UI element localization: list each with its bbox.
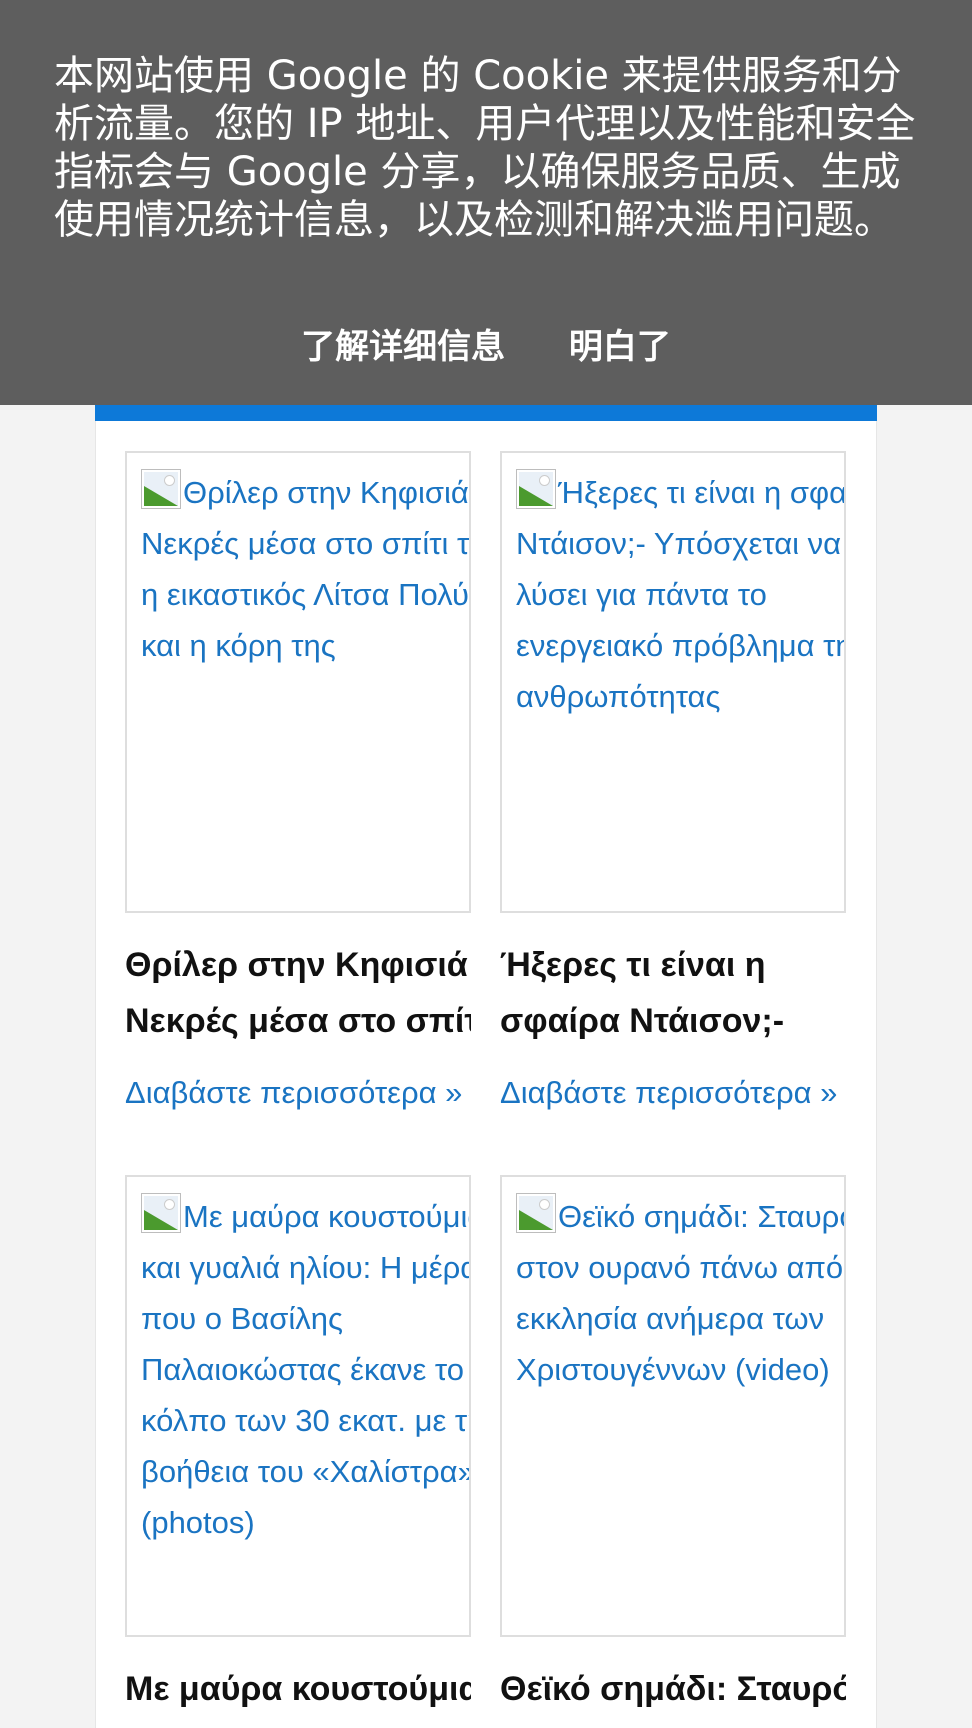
article-thumbnail[interactable]: Με μαύρα κουστούμια και γυαλιά ηλίου: Η … (125, 1175, 471, 1637)
cookie-message: 本网站使用 Google 的 Cookie 来提供服务和分析流量。您的 IP 地… (54, 53, 916, 243)
image-alt-text-block[interactable]: Ήξερες τι είναι η σφαίρα Ντάισον;- Υπόσχ… (516, 467, 844, 722)
article-headline-line[interactable]: Θρίλερ στην Κηφισιά: (125, 937, 471, 993)
article-headline-line[interactable]: Θεϊκό σημάδι: Σταυρός (500, 1661, 846, 1717)
broken-image-icon (516, 469, 556, 509)
image-alt-text[interactable]: Θρίλερ στην Κηφισιά: Νεκρές μέσα στο σπί… (141, 475, 469, 663)
image-alt-text[interactable]: Θεϊκό σημάδι: Σταυρός στον ουρανό πάνω α… (516, 1199, 844, 1387)
read-more-link[interactable]: Διαβάστε περισσότερα » (125, 1067, 471, 1119)
broken-image-icon (141, 1193, 181, 1233)
read-more-link[interactable]: Διαβάστε περισσότερα » (500, 1067, 846, 1119)
article-thumbnail[interactable]: Θρίλερ στην Κηφισιά: Νεκρές μέσα στο σπί… (125, 451, 471, 913)
image-alt-text-block[interactable]: Θρίλερ στην Κηφισιά: Νεκρές μέσα στο σπί… (141, 467, 469, 671)
cookie-actions: 了解详细信息 明白了 (0, 327, 972, 367)
accept-cookies-button[interactable]: 明白了 (569, 327, 671, 367)
image-alt-text-block[interactable]: Θεϊκό σημάδι: Σταυρός στον ουρανό πάνω α… (516, 1191, 844, 1395)
image-alt-text[interactable]: Ήξερες τι είναι η σφαίρα Ντάισον;- Υπόσχ… (516, 475, 844, 714)
article-headline-line[interactable]: Με μαύρα κουστούμια (125, 1661, 471, 1717)
cookie-consent-banner: 本网站使用 Google 的 Cookie 来提供服务和分析流量。您的 IP 地… (0, 0, 972, 405)
article-headline-line[interactable]: Ήξερες τι είναι η (500, 937, 846, 993)
broken-image-icon (141, 469, 181, 509)
article-thumbnail[interactable]: Θεϊκό σημάδι: Σταυρός στον ουρανό πάνω α… (500, 1175, 846, 1637)
article-headline-line[interactable]: Νεκρές μέσα στο σπίτι (125, 993, 471, 1049)
image-alt-text-block[interactable]: Με μαύρα κουστούμια και γυαλιά ηλίου: Η … (141, 1191, 469, 1548)
learn-more-button[interactable]: 了解详细信息 (301, 327, 505, 367)
broken-image-icon (516, 1193, 556, 1233)
article-headline-line[interactable]: σφαίρα Ντάισον;- (500, 993, 846, 1049)
image-alt-text[interactable]: Με μαύρα κουστούμια και γυαλιά ηλίου: Η … (141, 1199, 469, 1540)
article-thumbnail[interactable]: Ήξερες τι είναι η σφαίρα Ντάισον;- Υπόσχ… (500, 451, 846, 913)
